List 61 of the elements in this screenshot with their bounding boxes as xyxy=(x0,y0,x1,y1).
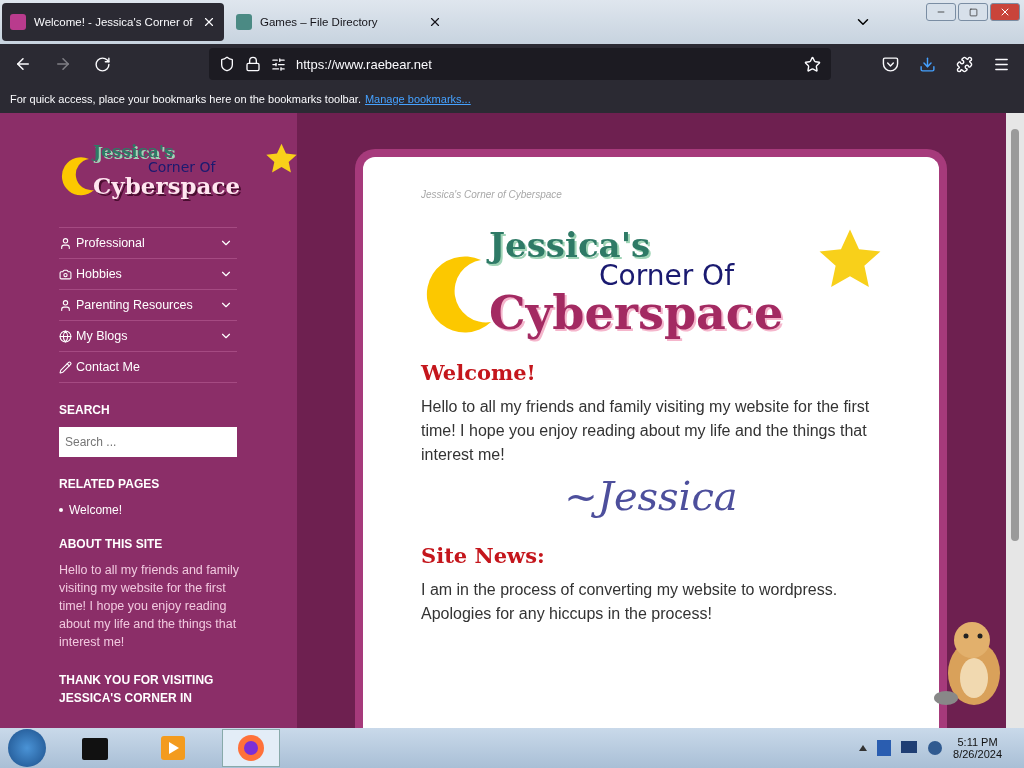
nav-icon xyxy=(59,298,72,312)
section-heading: Welcome! xyxy=(421,360,537,385)
forward-arrow-icon xyxy=(54,55,72,73)
star-icon xyxy=(266,143,297,174)
scrollbar[interactable] xyxy=(1006,113,1024,728)
nav-item[interactable]: My Blogs xyxy=(59,321,237,352)
close-icon[interactable] xyxy=(428,15,442,29)
star-icon xyxy=(819,228,881,290)
sidebar-heading: ABOUT THIS SITE xyxy=(59,537,164,551)
section-text: Hello to all my friends and family visiting my website for the first time! I hope you enjoy reading about my life and the things that interest me! xyxy=(421,397,871,465)
maximize-button[interactable] xyxy=(958,3,988,21)
tab-favicon-icon xyxy=(10,14,26,30)
sidebar-heading: SEARCH xyxy=(59,403,111,417)
nav-icon xyxy=(59,236,72,250)
manage-bookmarks-link[interactable]: Manage bookmarks... xyxy=(364,92,471,105)
address-bar[interactable]: https://www.raebear.net xyxy=(209,48,831,80)
tab-favicon-icon xyxy=(236,14,252,30)
pocket-icon xyxy=(882,55,899,73)
lock-icon xyxy=(245,56,261,72)
nav-item[interactable]: Parenting Resources xyxy=(59,290,237,321)
restore-icon xyxy=(968,7,978,17)
nav-item[interactable]: Contact Me xyxy=(59,352,237,383)
nav-item[interactable]: Professional xyxy=(59,228,237,259)
sidebar-heading: RELATED PAGES xyxy=(59,477,161,491)
signature: ~Jessica xyxy=(564,473,738,519)
puzzle-icon xyxy=(956,55,973,73)
nav-icon xyxy=(59,267,72,281)
section-text: I am in the process of converting my website to wordpress. Apologies for any hiccups in the process! xyxy=(421,580,839,624)
minimize-button[interactable] xyxy=(926,3,956,21)
nav-item[interactable]: Hobbies xyxy=(59,259,237,290)
tray-app-icon[interactable] xyxy=(877,740,892,756)
site-logo-text: Jessica's xyxy=(93,143,174,160)
site-title: Jessica's Corner of Cyberspace xyxy=(421,189,563,200)
close-icon[interactable] xyxy=(202,15,216,29)
download-icon xyxy=(919,55,936,73)
clock[interactable]: 5:11 PM 8/26/2024 xyxy=(953,736,1002,760)
start-button[interactable] xyxy=(8,729,46,767)
related-page-link[interactable]: Welcome! xyxy=(69,503,123,517)
browser-tab[interactable]: Welcome! - Jessica's Corner of xyxy=(2,3,224,41)
bullet-icon xyxy=(59,508,63,512)
search-field[interactable]: Search ... xyxy=(59,427,237,457)
bookmarks-message: For quick access, place your bookmarks here on the bookmarks toolbar. xyxy=(10,92,361,105)
sidebar-heading: THANK YOU FOR VISITING JESSICA'S CORNER IN xyxy=(59,672,215,707)
reload-icon xyxy=(94,55,111,73)
section-heading: Site News: xyxy=(421,543,546,568)
taskbar-app-icon[interactable] xyxy=(222,729,280,767)
close-button[interactable] xyxy=(990,3,1020,21)
star-icon[interactable] xyxy=(804,55,821,73)
about-text: Hello to all my friends and family visiting my website for the first time! I hope you enjoy reading about my life and the things that interest me! xyxy=(59,562,240,651)
site-logo-text: Cyberspace xyxy=(93,174,241,197)
nav-icon xyxy=(59,360,72,374)
media-player-icon xyxy=(160,735,186,761)
nav-icon xyxy=(59,329,72,343)
site-banner-text: Corner Of xyxy=(599,262,734,290)
site-logo-text: Corner Of xyxy=(148,160,216,174)
close-icon xyxy=(999,6,1011,18)
permissions-icon xyxy=(271,56,286,72)
browser-tab[interactable]: Games – File Directory xyxy=(228,3,450,41)
shield-icon xyxy=(219,56,235,72)
tray-arrow-icon[interactable] xyxy=(859,745,868,751)
browser-icon xyxy=(236,733,266,763)
